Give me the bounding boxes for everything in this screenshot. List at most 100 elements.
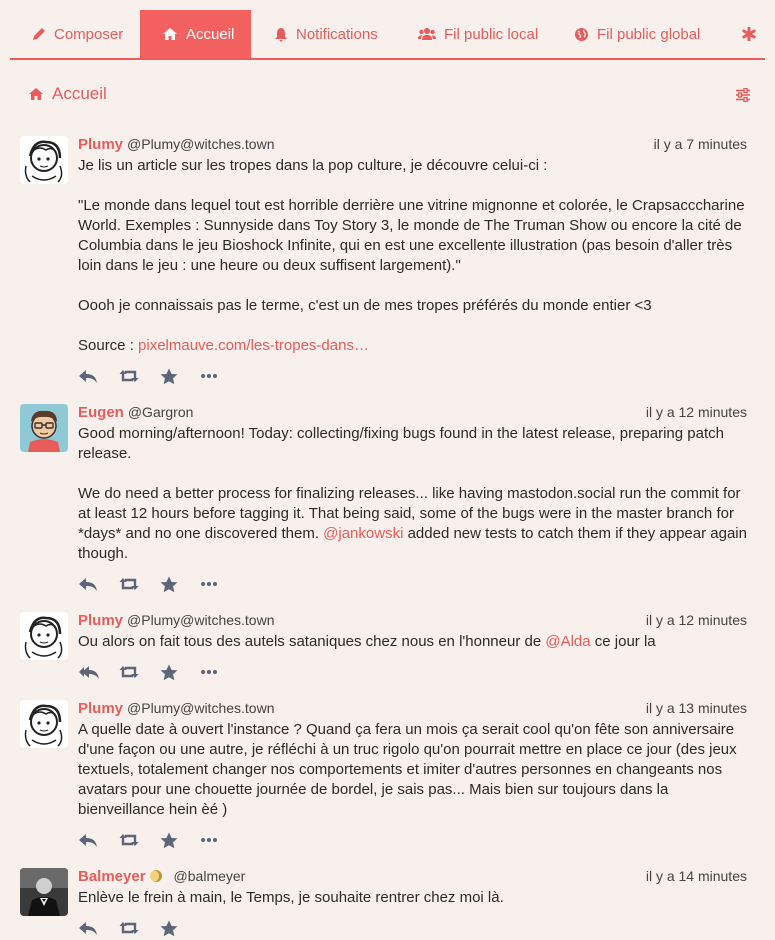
favourite-button[interactable] — [160, 828, 201, 852]
reply-button[interactable] — [78, 916, 119, 940]
tab-notifications[interactable]: Notifications — [274, 10, 378, 58]
avatar[interactable] — [20, 404, 68, 452]
status-content: Ou alors on fait tous des autels sataniq… — [78, 632, 750, 652]
reply-icon — [79, 922, 97, 935]
column-title-label: Accueil — [52, 84, 107, 103]
reply-button[interactable] — [78, 828, 119, 852]
more-button[interactable] — [201, 828, 242, 852]
favourite-icon — [160, 920, 178, 936]
tab-label: Composer — [54, 25, 124, 43]
source-prefix: Source : — [78, 337, 139, 354]
paragraph: Je lis un article sur les tropes dans la… — [78, 157, 548, 174]
favourite-button[interactable] — [160, 660, 201, 684]
reply-button[interactable] — [78, 364, 119, 388]
text-span: Ou alors on fait tous des autels sataniq… — [78, 633, 546, 650]
paragraph: We do need a better process for finalizi… — [78, 484, 750, 564]
boost-button[interactable] — [119, 660, 160, 684]
column-title: Accueil — [28, 84, 107, 104]
avatar[interactable] — [20, 612, 68, 660]
reply-button[interactable] — [78, 572, 119, 596]
home-icon — [29, 88, 43, 100]
status-content: Good morning/afternoon! Today: collectin… — [78, 424, 750, 564]
status-header: Eugen @Gargron il y a 12 minutes — [78, 404, 747, 424]
status-actions — [78, 916, 201, 940]
paragraph: Ou alors on fait tous des autels sataniq… — [78, 632, 750, 652]
status-content: Enlève le frein à main, le Temps, je sou… — [78, 888, 750, 908]
display-name[interactable]: Balmeyer — [78, 868, 146, 885]
boost-icon — [119, 370, 139, 382]
more-icon — [201, 374, 217, 378]
display-name[interactable]: Plumy — [78, 700, 123, 717]
moon-emoji-icon — [149, 870, 162, 882]
tab-label: Notifications — [296, 25, 378, 43]
globe-icon — [575, 27, 588, 41]
favourite-icon — [160, 832, 178, 848]
status-header: Plumy @Plumy@witches.town il y a 13 minut… — [78, 700, 747, 720]
avatar[interactable] — [20, 136, 68, 184]
text-span: ce jour la — [590, 633, 656, 650]
favourite-button[interactable] — [160, 916, 201, 940]
boost-icon — [119, 666, 139, 678]
tab-composer[interactable]: Composer — [32, 10, 123, 58]
account-handle[interactable]: @Plumy@witches.town — [127, 136, 274, 152]
account-handle[interactable]: @Gargron — [128, 404, 194, 420]
tab-label: Fil public global — [597, 25, 701, 43]
avatar[interactable] — [20, 700, 68, 748]
tab-label: Fil public local — [444, 25, 539, 43]
boost-icon — [119, 834, 139, 846]
favourite-button[interactable] — [160, 364, 201, 388]
boost-button[interactable] — [119, 364, 160, 388]
account-handle[interactable]: @Plumy@witches.town — [127, 612, 274, 628]
users-icon — [418, 28, 436, 40]
timestamp[interactable]: il y a 12 minutes — [646, 404, 747, 420]
timestamp[interactable]: il y a 13 minutes — [646, 700, 747, 716]
paragraph: Good morning/afternoon! Today: collectin… — [78, 425, 724, 462]
boost-icon — [119, 578, 139, 590]
paragraph: Source : pixelmauve.com/les-tropes-dans… — [78, 336, 750, 356]
more-icon — [201, 582, 217, 586]
column-header: Accueil — [0, 60, 775, 130]
account-handle[interactable]: @Plumy@witches.town — [127, 700, 274, 716]
tab-fil-public-global[interactable]: Fil public global — [574, 10, 700, 58]
tab-asterisk[interactable] — [742, 10, 764, 58]
boost-button[interactable] — [119, 572, 160, 596]
favourite-icon — [160, 664, 178, 680]
status-header: Plumy @Plumy@witches.town il y a 7 minute… — [78, 136, 747, 156]
bell-icon — [275, 27, 287, 42]
column-settings-button[interactable] — [735, 87, 751, 107]
tab-label: Accueil — [186, 25, 235, 43]
display-name[interactable]: Eugen — [78, 404, 124, 421]
timestamp[interactable]: il y a 7 minutes — [654, 136, 747, 152]
tab-fil-public-local[interactable]: Fil public local — [418, 10, 538, 58]
display-name[interactable]: Plumy — [78, 612, 123, 629]
home-icon — [163, 28, 177, 40]
mention-link[interactable]: @Alda — [545, 633, 590, 650]
status-actions — [78, 660, 242, 684]
favourite-icon — [160, 576, 178, 592]
status-header: Balmeyer @balmeyer il y a 14 minutes — [78, 868, 747, 888]
more-icon — [201, 670, 217, 674]
sliders-icon — [736, 87, 750, 103]
more-button[interactable] — [201, 660, 242, 684]
avatar[interactable] — [20, 868, 68, 916]
reply-all-button[interactable] — [78, 660, 119, 684]
timestamp[interactable]: il y a 12 minutes — [646, 612, 747, 628]
paragraph: "Le monde dans lequel tout est horrible … — [78, 197, 745, 274]
more-button[interactable] — [201, 364, 242, 388]
mention-link[interactable]: @jankowski — [323, 525, 403, 542]
boost-button[interactable] — [119, 828, 160, 852]
source-link[interactable]: pixelmauve.com/les-tropes-dans… — [138, 337, 369, 354]
display-name[interactable]: Plumy — [78, 136, 123, 153]
more-button[interactable] — [201, 572, 242, 596]
boost-icon — [119, 922, 139, 934]
more-icon — [201, 838, 217, 842]
status-content: Je lis un article sur les tropes dans la… — [78, 156, 750, 356]
status-header: Plumy @Plumy@witches.town il y a 12 minut… — [78, 612, 747, 632]
tab-bar: Composer Accueil Notifications Fil publi… — [10, 0, 765, 60]
paragraph: Enlève le frein à main, le Temps, je sou… — [78, 889, 504, 906]
tab-accueil[interactable]: Accueil — [140, 10, 251, 58]
timestamp[interactable]: il y a 14 minutes — [646, 868, 747, 884]
account-handle[interactable]: @balmeyer — [174, 868, 246, 884]
boost-button[interactable] — [119, 916, 160, 940]
favourite-button[interactable] — [160, 572, 201, 596]
